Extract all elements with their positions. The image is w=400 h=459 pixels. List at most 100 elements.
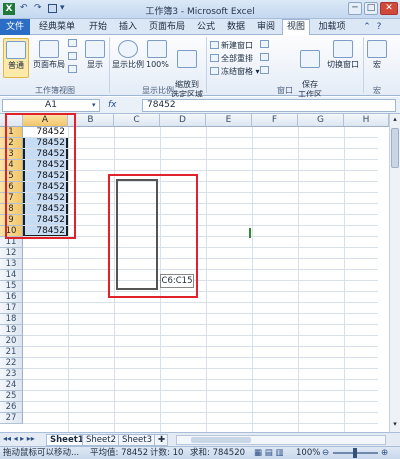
row-header-13[interactable]: 13 [0,259,23,270]
row-header-22[interactable]: 22 [0,358,23,369]
column-header-e[interactable]: E [206,114,252,127]
tab-data[interactable]: 数据 [222,20,250,35]
new-window-button[interactable]: 新建窗口 [210,40,253,51]
row-header-24[interactable]: 24 [0,380,23,391]
row-header-9[interactable]: 9 [0,215,23,226]
macros-button[interactable]: 宏 [366,40,388,78]
column-header-f[interactable]: F [252,114,298,127]
freeze-panes-button[interactable]: 冻结窗格 ▾ [210,66,260,77]
tab-add-ins[interactable]: 加载项 [312,20,352,35]
custom-views-icon[interactable] [68,52,79,61]
cell-a4[interactable]: 78452 [23,160,68,171]
row-header-27[interactable]: 27 [0,413,23,424]
page-break-icon[interactable] [68,39,79,48]
row-header-1[interactable]: 1 [0,127,23,138]
row-header-7[interactable]: 7 [0,193,23,204]
column-header-h[interactable]: H [344,114,389,127]
row-header-21[interactable]: 21 [0,347,23,358]
cell-a7[interactable]: 78452 [23,193,68,204]
row-header-25[interactable]: 25 [0,391,23,402]
hide-icon[interactable] [260,53,271,62]
normal-view-icon [6,41,26,59]
zoom-to-selection-button[interactable]: 缩放到 选定区域 [170,40,204,99]
hscroll-thumb[interactable] [191,437,251,443]
cell-a5[interactable]: 78452 [23,171,68,182]
name-box-dropdown-icon[interactable]: ▾ [92,101,96,109]
maximize-button[interactable]: □ [364,2,378,15]
fx-icon[interactable]: fx [108,100,117,110]
row-header-12[interactable]: 12 [0,248,23,259]
zoom-in-icon[interactable]: ⊕ [381,447,388,459]
scroll-up-icon[interactable]: ▴ [391,115,399,124]
tab-page-layout[interactable]: 页面布局 [144,20,190,35]
row-header-17[interactable]: 17 [0,303,23,314]
cell-a3[interactable]: 78452 [23,149,68,160]
column-header-g[interactable]: G [298,114,344,127]
zoom-slider-thumb[interactable] [353,448,357,458]
tab-classic-menu[interactable]: 经典菜单 [33,20,81,35]
row-header-26[interactable]: 26 [0,402,23,413]
ribbon-minimize-icon[interactable]: ⌃ [362,20,372,35]
row-header-14[interactable]: 14 [0,270,23,281]
row-header-16[interactable]: 16 [0,292,23,303]
zoom-out-icon[interactable]: ⊖ [322,447,329,459]
row-header-18[interactable]: 18 [0,314,23,325]
row-header-11[interactable]: 11 [0,237,23,248]
normal-view-button[interactable]: 普通 [3,38,29,78]
sheet-tab-2[interactable]: Sheet2 [82,434,120,446]
close-button[interactable]: ✕ [380,2,398,15]
row-header-2[interactable]: 2 [0,138,23,149]
zoom-button[interactable]: 显示比例 [112,40,144,78]
split-icon[interactable] [260,40,271,49]
row-header-5[interactable]: 5 [0,171,23,182]
formula-input[interactable]: 78452 [142,99,396,112]
row-header-19[interactable]: 19 [0,325,23,336]
full-screen-icon[interactable] [68,65,79,74]
unhide-icon[interactable] [260,66,271,75]
scrollbar-thumb[interactable] [391,128,399,168]
tab-review[interactable]: 审阅 [252,20,280,35]
column-header-c[interactable]: C [114,114,160,127]
row-header-8[interactable]: 8 [0,204,23,215]
column-header-a[interactable]: A [23,114,68,127]
zoom-level[interactable]: 100% [296,447,320,459]
row-header-23[interactable]: 23 [0,369,23,380]
row-header-20[interactable]: 20 [0,336,23,347]
cell-a10[interactable]: 78452 [23,226,68,237]
sheet-nav-icons[interactable]: ◂◂ ◂ ▸ ▸▸ [3,434,35,443]
switch-windows-button[interactable]: 切换窗口 [326,40,360,78]
page-layout-view-button[interactable]: 页面布局 [32,40,66,78]
cell-a6[interactable]: 78452 [23,182,68,193]
view-buttons-icons[interactable]: ▦ ▤ ▥ [254,447,284,459]
vertical-scrollbar[interactable]: ▴ ▾ [389,114,400,432]
select-all-corner[interactable] [0,114,23,127]
new-sheet-icon[interactable]: ✚ [154,434,168,446]
cell-a2[interactable]: 78452 [23,138,68,149]
sheet-tab-3[interactable]: Sheet3 [118,434,156,446]
cell-a1[interactable]: 78452 [23,127,68,138]
help-icon[interactable]: ? [374,20,384,35]
column-header-b[interactable]: B [68,114,114,127]
minimize-button[interactable]: ─ [348,2,362,15]
row-header-6[interactable]: 6 [0,182,23,193]
tab-formulas[interactable]: 公式 [192,20,220,35]
zoom-100-button[interactable]: 100% [146,40,169,78]
scroll-down-icon[interactable]: ▾ [391,420,399,429]
column-header-d[interactable]: D [160,114,206,127]
tab-view[interactable]: 视图 [282,19,310,36]
show-button[interactable]: 显示 [84,40,106,78]
cell-a8[interactable]: 78452 [23,204,68,215]
tab-file[interactable]: 文件 [0,19,30,35]
row-header-15[interactable]: 15 [0,281,23,292]
name-box[interactable]: A1 [2,99,100,112]
tab-home[interactable]: 开始 [84,20,112,35]
arrange-all-button[interactable]: 全部重排 [210,53,253,64]
worksheet-grid[interactable]: A B C D E F G H 1 78452 2 78452 3 78452 4 78452… [0,114,400,432]
horizontal-scrollbar[interactable] [176,435,386,445]
tab-insert[interactable]: 插入 [114,20,142,35]
cell-a9[interactable]: 78452 [23,215,68,226]
save-workspace-button[interactable]: 保存 工作区 [296,40,324,99]
row-header-10[interactable]: 10 [0,226,23,237]
row-header-4[interactable]: 4 [0,160,23,171]
row-header-3[interactable]: 3 [0,149,23,160]
